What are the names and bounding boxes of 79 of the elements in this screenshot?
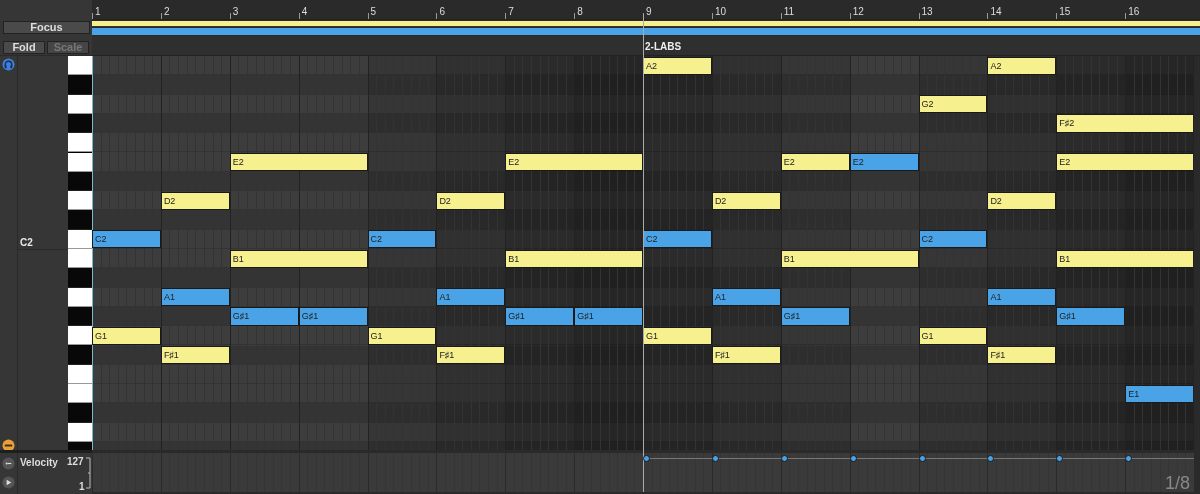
bar-number: 3 [232, 7, 239, 17]
focus-button[interactable]: Focus [3, 21, 90, 34]
bar-number: 8 [577, 7, 583, 17]
piano-key[interactable] [68, 249, 92, 269]
clip-bar[interactable] [92, 28, 1200, 35]
piano-key[interactable] [68, 113, 92, 134]
piano-key[interactable] [68, 384, 92, 404]
bar-number: 13 [921, 7, 933, 17]
midi-note[interactable]: A1 [987, 288, 1057, 307]
midi-note[interactable]: F♯1 [160, 346, 230, 365]
midi-note[interactable]: G♯1 [298, 307, 368, 326]
bar-number: 7 [508, 7, 514, 17]
fold-button[interactable]: Fold [3, 41, 45, 54]
piano-key[interactable] [68, 152, 92, 172]
headphones-icon[interactable] [2, 58, 15, 71]
bar-number: 2 [163, 7, 170, 17]
scale-bracket [86, 457, 91, 489]
midi-note[interactable]: E2 [780, 153, 850, 172]
bar-number: 1 [95, 7, 101, 17]
midi-note[interactable]: C2 [367, 230, 437, 249]
midi-note[interactable]: A1 [436, 288, 506, 307]
midi-note[interactable]: G♯1 [229, 307, 299, 326]
piano-key[interactable] [68, 94, 92, 114]
velocity-marker[interactable] [643, 455, 650, 462]
axis-label: 1 [79, 480, 85, 494]
axis-label: 127 [67, 455, 84, 469]
key-label: C2 [20, 235, 33, 250]
midi-note[interactable]: G♯1 [574, 307, 643, 326]
piano-key[interactable] [68, 422, 92, 442]
piano-key[interactable] [68, 133, 92, 153]
midi-note[interactable]: E2 [229, 153, 368, 172]
velocity-marker[interactable] [1056, 455, 1064, 462]
midi-note[interactable]: F♯1 [987, 346, 1057, 365]
midi-note[interactable]: G♯1 [1056, 307, 1126, 326]
piano-key[interactable] [68, 326, 92, 346]
clip-name: 2-LABS [645, 40, 682, 54]
piano-key[interactable] [68, 171, 92, 192]
bar-number: 15 [1059, 7, 1071, 17]
midi-note[interactable]: E2 [505, 153, 643, 172]
bar-number: 5 [370, 7, 377, 17]
midi-note[interactable]: C2 [92, 230, 161, 249]
midi-note[interactable]: E2 [1056, 153, 1193, 172]
piano-key[interactable] [68, 229, 92, 249]
midi-note[interactable]: C2 [918, 230, 988, 249]
piano-key[interactable] [68, 191, 92, 211]
velocity-marker[interactable] [780, 455, 788, 462]
play-icon[interactable] [2, 476, 15, 489]
dots-icon[interactable] [2, 457, 15, 470]
midi-note[interactable]: G♯1 [780, 307, 850, 326]
velocity-marker[interactable] [987, 455, 995, 462]
midi-note[interactable]: G♯1 [505, 307, 575, 326]
bar-number: 10 [714, 7, 726, 17]
midi-note[interactable]: F♯1 [711, 346, 781, 365]
midi-note[interactable]: E2 [849, 153, 919, 172]
bar-number: 11 [783, 7, 795, 17]
midi-note[interactable]: A1 [711, 288, 781, 307]
midi-note[interactable]: F♯1 [436, 346, 506, 365]
midi-note[interactable]: G2 [918, 95, 988, 114]
piano-key[interactable] [68, 56, 92, 76]
piano-key[interactable] [68, 364, 92, 385]
bar-number: 6 [439, 7, 445, 17]
velocity-marker[interactable] [1125, 455, 1133, 462]
piano-key[interactable] [68, 287, 92, 307]
midi-note[interactable]: A1 [160, 288, 230, 307]
bar-number: 9 [646, 7, 652, 17]
piano-key[interactable] [68, 306, 92, 327]
bar-number: 14 [990, 7, 1002, 17]
bar-number: 16 [1128, 7, 1140, 17]
lane-label: Velocity [20, 456, 58, 470]
minus-icon[interactable] [2, 439, 15, 452]
bar-number: 12 [852, 7, 864, 17]
grid-setting: 1/8 [1164, 472, 1190, 494]
velocity-marker[interactable] [849, 455, 857, 462]
velocity-marker[interactable] [918, 455, 926, 462]
midi-note[interactable]: C2 [643, 230, 712, 249]
midi-note[interactable]: F♯2 [1056, 114, 1193, 133]
bar-number: 4 [301, 7, 308, 17]
velocity-marker[interactable] [711, 455, 719, 462]
loop-bar[interactable] [92, 21, 1200, 27]
